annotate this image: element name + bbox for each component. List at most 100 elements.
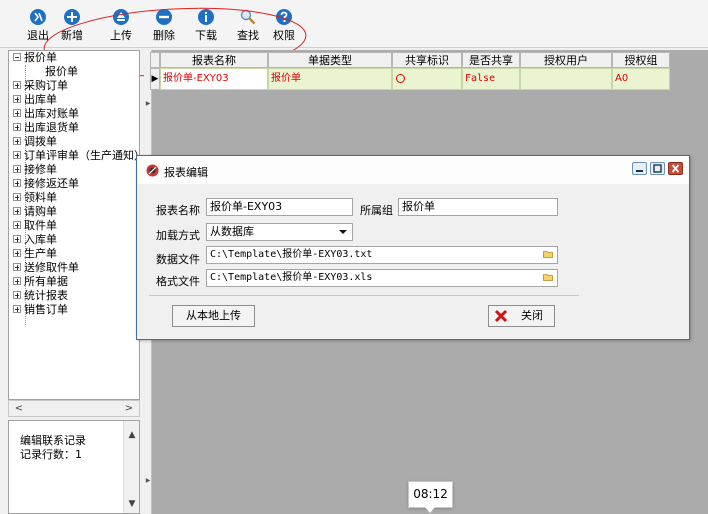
app-icon	[146, 164, 159, 177]
tree-item-11[interactable]: 入库单	[13, 233, 57, 247]
delete-button[interactable]: 删除	[144, 6, 184, 46]
toolbar: 退出 新增 上传 删除 下载 查找 权限	[0, 0, 708, 77]
maximize-button[interactable]	[650, 162, 665, 175]
permission-button[interactable]: 权限	[264, 6, 304, 46]
expand-icon[interactable]	[13, 207, 21, 215]
magnifier-icon	[240, 9, 256, 25]
expand-icon[interactable]	[13, 291, 21, 299]
grid-corner	[150, 52, 160, 68]
splitter-arrow-icon: ▶	[145, 100, 151, 107]
search-button[interactable]: 查找	[228, 6, 268, 46]
col-header-user[interactable]: 授权用户	[520, 52, 612, 68]
tree-item-15[interactable]: 统计报表	[13, 289, 68, 303]
expand-icon[interactable]	[13, 109, 21, 117]
tree-item-2[interactable]: 出库对账单	[13, 107, 79, 121]
tree-label: 销售订单	[24, 303, 68, 316]
tree-item-16[interactable]: 销售订单	[13, 303, 68, 317]
col-header-group[interactable]: 授权组	[612, 52, 670, 68]
expand-icon[interactable]	[13, 305, 21, 313]
upload-button[interactable]: 上传	[101, 6, 141, 46]
tree-item-6[interactable]: 接修单	[13, 163, 57, 177]
dialog-title: 报表编辑	[164, 166, 208, 179]
col-header-share-flag[interactable]: 共享标识	[392, 52, 462, 68]
expand-icon[interactable]	[13, 151, 21, 159]
tree-child-baojiadan[interactable]: 报价单	[45, 65, 78, 79]
format-file-input[interactable]: C:\Template\报价单-EXY03.xls	[206, 269, 558, 287]
add-label: 新增	[61, 29, 83, 42]
tree-item-4[interactable]: 调拨单	[13, 135, 57, 149]
exit-icon	[30, 9, 46, 25]
add-button[interactable]: 新增	[52, 6, 92, 46]
expand-icon[interactable]	[13, 221, 21, 229]
upload-local-button[interactable]: 从本地上传	[172, 305, 255, 327]
expand-icon[interactable]	[13, 277, 21, 285]
close-x-icon	[494, 309, 508, 323]
tree-item-9[interactable]: 请购单	[13, 205, 57, 219]
col-header-type[interactable]: 单据类型	[268, 52, 392, 68]
info-icon	[198, 9, 214, 25]
tree-root-baojiadan[interactable]: 报价单	[13, 51, 57, 65]
close-button[interactable]: 关闭	[488, 305, 555, 327]
plus-icon	[64, 9, 80, 25]
expand-icon[interactable]	[13, 235, 21, 243]
tree-horizontal-scrollbar[interactable]: < >	[8, 400, 140, 417]
cell-share-flag[interactable]	[392, 68, 462, 90]
tree-label: 订单评审单（生产通知）	[24, 149, 140, 162]
tree-label: 出库对账单	[24, 107, 79, 120]
cell-type[interactable]: 报价单	[268, 68, 392, 90]
cell-is-shared[interactable]: False	[462, 68, 520, 90]
col-header-name[interactable]: 报表名称	[160, 52, 268, 68]
expand-icon[interactable]	[13, 165, 21, 173]
tree-item-0[interactable]: 采购订单	[13, 79, 68, 93]
group-input[interactable]: 报价单	[398, 198, 558, 216]
tree-label: 生产单	[24, 247, 57, 260]
minimize-icon	[636, 170, 643, 172]
expand-icon[interactable]	[13, 95, 21, 103]
tree-item-7[interactable]: 接修返还单	[13, 177, 79, 191]
expand-icon[interactable]	[13, 193, 21, 201]
folder-icon[interactable]	[543, 250, 553, 258]
close-window-button[interactable]	[668, 162, 683, 175]
minimize-button[interactable]	[632, 162, 647, 175]
cell-group[interactable]: A0	[612, 68, 670, 90]
tree-label: 采购订单	[24, 79, 68, 92]
cell-user[interactable]	[520, 68, 612, 90]
collapse-icon[interactable]	[13, 53, 21, 61]
report-edit-dialog: 报表编辑 报表名称 报价单-EXY03 所属组 报价单 加载方式 从数据库 数据…	[136, 155, 690, 340]
tree-item-8[interactable]: 领料单	[13, 191, 57, 205]
tree-item-13[interactable]: 送修取件单	[13, 261, 79, 275]
expand-icon[interactable]	[13, 137, 21, 145]
row-indicator-icon: ▶	[150, 68, 160, 90]
expand-icon[interactable]	[13, 123, 21, 131]
cell-name[interactable]: 报价单-EXY03	[160, 68, 268, 90]
tree-item-3[interactable]: 出库退货单	[13, 121, 79, 135]
scroll-right-icon[interactable]: >	[121, 402, 137, 416]
tree-label: 领料单	[24, 191, 57, 204]
scroll-left-icon[interactable]: <	[11, 402, 27, 416]
info-vertical-scrollbar[interactable]: ▲ ▼	[123, 421, 139, 513]
tree-item-10[interactable]: 取件单	[13, 219, 57, 233]
data-file-input[interactable]: C:\Template\报价单-EXY03.txt	[206, 246, 558, 264]
tree-item-14[interactable]: 所有单据	[13, 275, 68, 289]
tree-item-1[interactable]: 出库单	[13, 93, 57, 107]
folder-icon[interactable]	[543, 273, 553, 281]
download-button[interactable]: 下载	[186, 6, 226, 46]
tree-item-5[interactable]: 订单评审单（生产通知）	[13, 149, 140, 163]
tree-label: 统计报表	[24, 289, 68, 302]
chevron-down-icon	[339, 230, 347, 234]
dialog-titlebar[interactable]: 报表编辑	[137, 156, 689, 184]
expand-icon[interactable]	[13, 179, 21, 187]
load-mode-select[interactable]: 从数据库	[206, 223, 353, 241]
report-name-input[interactable]: 报价单-EXY03	[206, 198, 353, 216]
tree-label: 报价单	[24, 51, 57, 64]
col-header-is-shared[interactable]: 是否共享	[462, 52, 520, 68]
expand-icon[interactable]	[13, 249, 21, 257]
close-icon	[671, 164, 680, 173]
info-panel: 编辑联系记录 记录行数：1 ▲ ▼	[8, 420, 140, 514]
circle-icon	[396, 73, 405, 83]
scroll-up-icon[interactable]: ▲	[124, 430, 140, 440]
scroll-down-icon[interactable]: ▼	[124, 499, 140, 509]
tree-item-12[interactable]: 生产单	[13, 247, 57, 261]
expand-icon[interactable]	[13, 263, 21, 271]
expand-icon[interactable]	[13, 81, 21, 89]
